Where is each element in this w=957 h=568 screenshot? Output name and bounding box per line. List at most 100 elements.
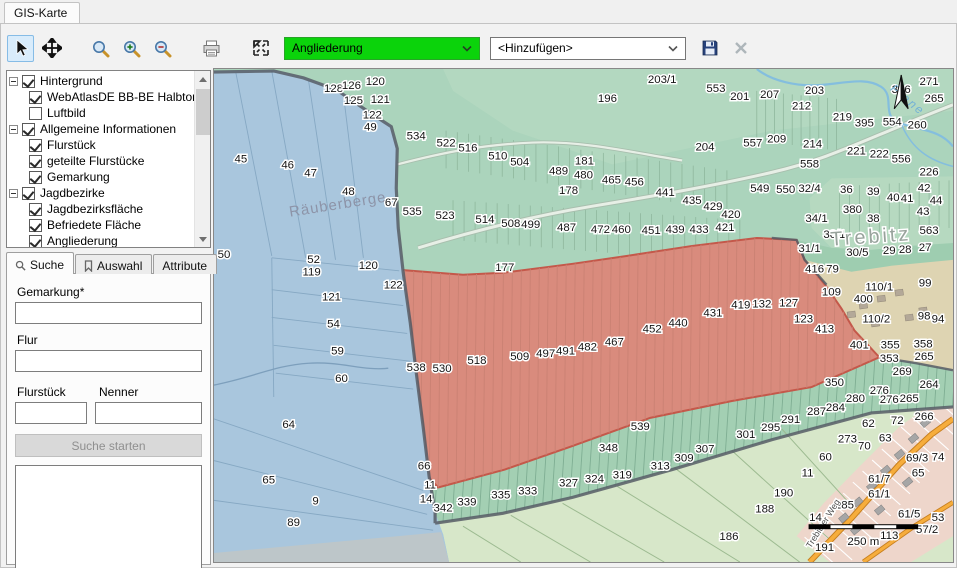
svg-text:467: 467: [605, 336, 624, 348]
svg-text:534: 534: [407, 131, 427, 143]
layer-tree-item[interactable]: Befriedete Fläche: [9, 217, 193, 233]
layer-label: geteilte Flurstücke: [47, 154, 144, 168]
svg-text:61/1: 61/1: [868, 488, 890, 500]
svg-text:324: 324: [585, 473, 605, 485]
tab-auswahl[interactable]: Auswahl: [75, 254, 152, 274]
svg-text:207: 207: [760, 89, 779, 101]
svg-text:203: 203: [805, 85, 824, 97]
map-canvas[interactable]: 4546474849671281261201251211225052119120…: [213, 68, 954, 563]
scroll-down-arrow-icon[interactable]: [195, 231, 211, 247]
delete-button[interactable]: [727, 35, 754, 62]
print-button[interactable]: [198, 35, 225, 62]
layer-tree-item[interactable]: geteilte Flurstücke: [9, 153, 193, 169]
layer-checkbox[interactable]: [22, 75, 35, 88]
svg-text:421: 421: [715, 222, 734, 234]
main-area: HintergrundWebAtlasDE BB-BE HalbtonLuftb…: [1, 68, 956, 567]
expand-icon: [251, 38, 271, 58]
layer-checkbox[interactable]: [29, 219, 42, 232]
svg-text:339: 339: [457, 496, 476, 508]
layer-checkbox[interactable]: [29, 107, 42, 120]
svg-text:487: 487: [557, 222, 576, 234]
layer-tree-item[interactable]: Luftbild: [9, 105, 193, 121]
svg-text:99: 99: [919, 278, 932, 290]
suche-starten-button[interactable]: Suche starten: [15, 434, 202, 457]
layer-tree-item[interactable]: Hintergrund: [9, 73, 193, 89]
select-tool-button[interactable]: [7, 35, 34, 62]
nenner-label: Nenner: [99, 385, 202, 399]
layer-checkbox[interactable]: [22, 187, 35, 200]
svg-text:355: 355: [881, 339, 900, 351]
svg-text:45: 45: [235, 153, 248, 165]
pan-tool-button[interactable]: [38, 35, 65, 62]
layer-checkbox[interactable]: [29, 171, 42, 184]
svg-text:509: 509: [510, 351, 529, 363]
printer-icon: [202, 39, 221, 58]
svg-text:309: 309: [675, 453, 694, 465]
layer-tree-item[interactable]: Flurstück: [9, 137, 193, 153]
svg-text:380: 380: [843, 204, 862, 216]
svg-text:401: 401: [850, 339, 869, 351]
svg-text:60: 60: [335, 373, 348, 385]
window-tabstrip: GIS-Karte: [0, 0, 957, 24]
layer-tree-item[interactable]: Jagdbezirke: [9, 185, 193, 201]
layer-tree-item[interactable]: Angliederung: [9, 233, 193, 248]
svg-text:358: 358: [914, 338, 933, 350]
svg-text:109: 109: [822, 287, 841, 299]
layer-combo[interactable]: Angliederung: [284, 37, 480, 60]
svg-text:342: 342: [434, 502, 453, 514]
layer-checkbox[interactable]: [29, 155, 42, 168]
layer-label: WebAtlasDE BB-BE Halbton: [47, 90, 199, 104]
svg-text:395: 395: [855, 118, 874, 130]
layer-tree-item[interactable]: Gemarkung: [9, 169, 193, 185]
svg-text:121: 121: [371, 94, 390, 106]
svg-text:41: 41: [901, 193, 914, 205]
fullscreen-button[interactable]: [247, 35, 274, 62]
action-combo[interactable]: <Hinzufügen>: [490, 37, 686, 60]
layer-tree-item[interactable]: WebAtlasDE BB-BE Halbton: [9, 89, 193, 105]
layer-tree-item[interactable]: Allgemeine Informationen: [9, 121, 193, 137]
tab-attribute[interactable]: Attribute: [153, 254, 217, 274]
svg-text:89: 89: [287, 517, 300, 529]
layer-checkbox[interactable]: [29, 235, 42, 248]
layer-tree-item[interactable]: Jagdbezirksfläche: [9, 201, 193, 217]
tab-suche[interactable]: Suche: [6, 252, 74, 274]
collapse-expander-icon[interactable]: [9, 77, 18, 86]
save-button[interactable]: [696, 35, 723, 62]
svg-text:177: 177: [495, 262, 514, 274]
nenner-field[interactable]: [95, 402, 202, 424]
svg-text:94: 94: [932, 313, 945, 325]
layer-checkbox[interactable]: [29, 91, 42, 104]
map-svg: 4546474849671281261201251211225052119120…: [214, 69, 953, 562]
flur-field[interactable]: [15, 350, 202, 372]
svg-text:557: 557: [743, 138, 762, 150]
svg-text:31/1: 31/1: [798, 243, 820, 255]
zoom-tool-button[interactable]: [87, 35, 114, 62]
layer-checkbox[interactable]: [29, 203, 42, 216]
svg-text:499: 499: [521, 219, 540, 231]
gemarkung-field[interactable]: [15, 302, 202, 324]
collapse-expander-icon[interactable]: [9, 189, 18, 198]
layer-checkbox[interactable]: [22, 123, 35, 136]
scroll-up-arrow-icon[interactable]: [195, 71, 211, 87]
scrollbar-thumb[interactable]: [196, 89, 210, 135]
svg-text:489: 489: [549, 165, 568, 177]
tree-scrollbar[interactable]: [194, 71, 210, 247]
svg-text:265: 265: [915, 351, 934, 363]
tab-gis-karte[interactable]: GIS-Karte: [4, 2, 80, 24]
zoom-in-tool-button[interactable]: [118, 35, 145, 62]
layer-tree: HintergrundWebAtlasDE BB-BE HalbtonLuftb…: [9, 73, 193, 247]
flurstueck-label: Flurstück: [17, 385, 89, 399]
search-results-list[interactable]: [15, 465, 202, 568]
layer-checkbox[interactable]: [29, 139, 42, 152]
svg-text:219: 219: [833, 112, 852, 124]
collapse-expander-icon[interactable]: [9, 125, 18, 134]
svg-text:335: 335: [491, 489, 510, 501]
move-icon: [42, 38, 62, 58]
svg-text:472: 472: [591, 224, 610, 236]
svg-text:27: 27: [919, 242, 932, 254]
svg-text:214: 214: [803, 139, 823, 151]
flurstueck-field[interactable]: [15, 402, 87, 424]
svg-text:110/1: 110/1: [865, 282, 893, 294]
svg-text:212: 212: [792, 101, 811, 113]
zoom-out-tool-button[interactable]: [149, 35, 176, 62]
